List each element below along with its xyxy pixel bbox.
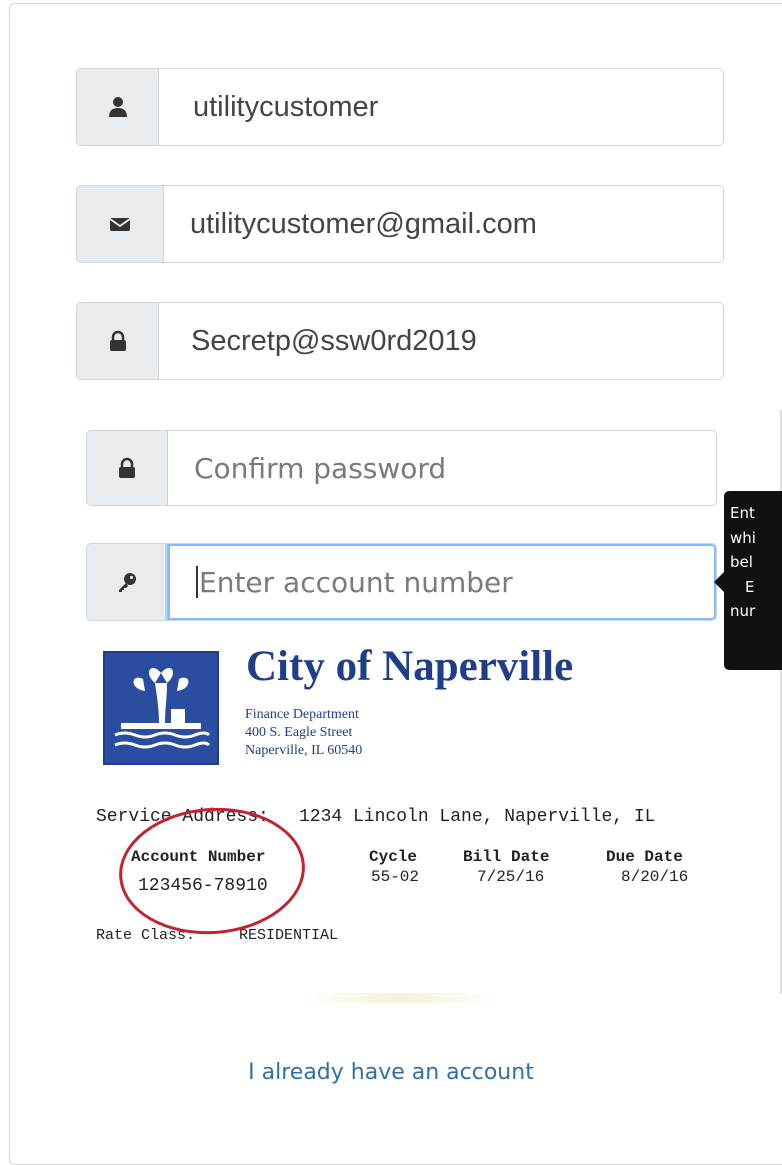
service-address-value: 1234 Lincoln Lane, Naperville, IL: [299, 807, 656, 827]
tooltip-line: E: [745, 577, 755, 596]
cycle-value: 55-02: [371, 868, 420, 886]
bill-date-value: 7/25/16: [477, 868, 545, 886]
tooltip-arrow: [714, 572, 724, 592]
sample-bill-image: City of Naperville Finance Department 40…: [93, 640, 718, 960]
key-icon: [87, 544, 168, 620]
due-date-value: 8/20/16: [621, 868, 689, 886]
password-group: Secretp@ssw0rd2019: [76, 302, 724, 380]
user-icon: [77, 69, 159, 145]
bill-department-address: Finance Department 400 S. Eagle Street N…: [245, 706, 362, 760]
already-have-account-link[interactable]: I already have an account: [0, 1060, 782, 1085]
cycle-label: Cycle: [369, 848, 418, 866]
confirm-password-group: Confirm password: [86, 430, 717, 506]
confirm-password-field[interactable]: Confirm password: [168, 431, 716, 505]
bill-dept: Finance Department: [245, 707, 359, 722]
tooltip-line: nur: [730, 602, 756, 620]
password-field[interactable]: Secretp@ssw0rd2019: [159, 303, 723, 379]
tooltip-line: whi: [730, 528, 756, 547]
account-number-input-wrap: Enter account number: [168, 544, 716, 620]
account-number-field[interactable]: Enter account number: [170, 546, 714, 618]
email-group: utilitycustomer@gmail.com: [76, 185, 724, 263]
username-group: utilitycustomer: [76, 68, 724, 146]
bill-street: 400 S. Eagle Street: [245, 725, 353, 740]
envelope-icon: [77, 186, 164, 262]
bill-city-title: City of Naperville: [246, 643, 574, 690]
tooltip-line: bel: [730, 553, 753, 571]
account-number-tooltip: Ent whi bel E nur: [724, 491, 782, 670]
bill-date-label: Bill Date: [463, 848, 550, 866]
email-field[interactable]: utilitycustomer@gmail.com: [164, 186, 723, 262]
username-field[interactable]: utilitycustomer: [159, 69, 723, 145]
decorative-smudge: [300, 993, 500, 1003]
naperville-logo: [103, 651, 219, 765]
bill-citystate: Naperville, IL 60540: [245, 743, 363, 758]
lock-icon: [87, 431, 168, 505]
lock-icon: [77, 303, 159, 379]
account-number-placeholder: Enter account number: [199, 565, 513, 599]
text-caret: [196, 566, 198, 598]
account-number-group: Enter account number: [86, 543, 717, 621]
rate-class-value: RESIDENTIAL: [239, 927, 339, 944]
tooltip-line: Ent: [730, 504, 755, 522]
due-date-label: Due Date: [606, 848, 683, 866]
